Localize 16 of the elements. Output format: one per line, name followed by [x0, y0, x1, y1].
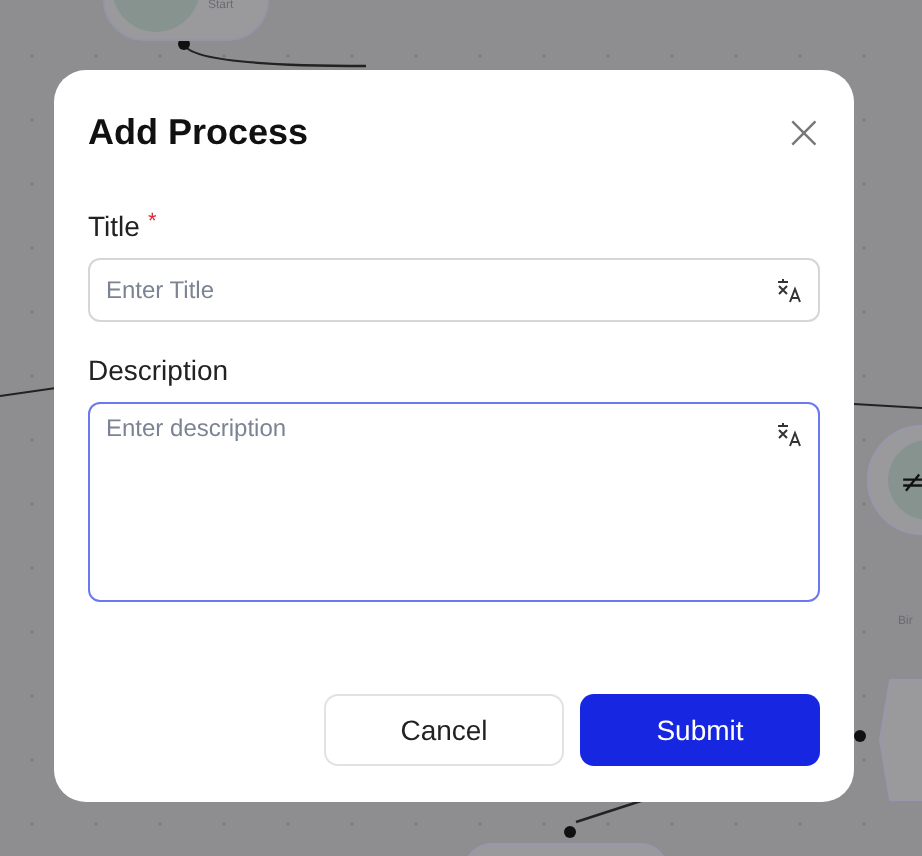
- diamond-node[interactable]: [854, 679, 922, 801]
- translate-icon[interactable]: [776, 276, 804, 304]
- not-equal-symbol: ≠: [900, 464, 922, 500]
- submit-button[interactable]: Submit: [580, 694, 820, 766]
- edge-line: [564, 798, 645, 838]
- text-area[interactable]: Enter description: [88, 402, 820, 602]
- required-mark: *: [147, 210, 157, 234]
- input-field[interactable]: Enter Title: [88, 258, 820, 322]
- start-node[interactable]: [103, 0, 269, 41]
- dialog-title: Add Process: [88, 111, 309, 153]
- field-label: Description: [88, 354, 229, 386]
- translate-icon[interactable]: [776, 420, 804, 448]
- close-button[interactable]: ×: [783, 108, 824, 156]
- field-label: Title: [88, 210, 140, 242]
- cancel-button[interactable]: Cancel: [324, 694, 564, 766]
- compare-node[interactable]: [867, 425, 922, 535]
